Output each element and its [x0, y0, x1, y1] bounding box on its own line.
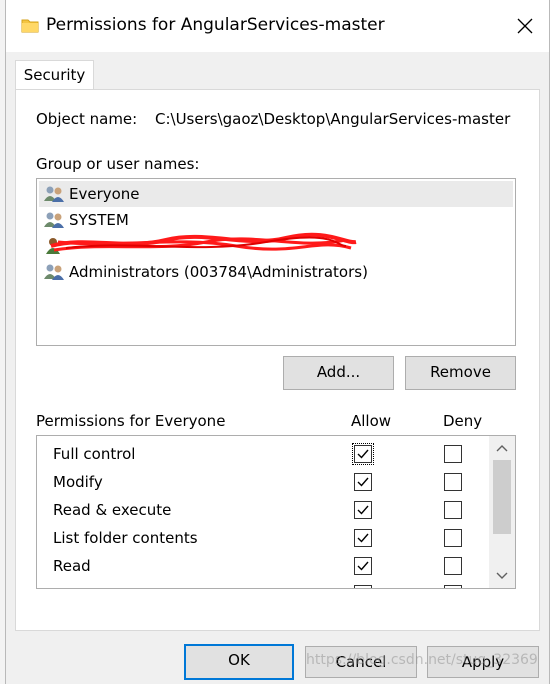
- allow-checkbox[interactable]: [354, 557, 372, 575]
- tab-security[interactable]: Security: [15, 60, 94, 91]
- allow-checkbox[interactable]: [352, 443, 374, 465]
- deny-checkbox[interactable]: [444, 473, 462, 491]
- list-item[interactable]: Administrators (003784\Administrators): [39, 259, 513, 285]
- permissions-dialog: Permissions for AngularServices-master S…: [5, 0, 550, 684]
- list-item[interactable]: Everyone: [39, 181, 513, 207]
- remove-button[interactable]: Remove: [405, 356, 516, 390]
- redaction-scribble: [50, 232, 357, 252]
- watermark-text: https://blog.csdn.net/stuq_32369: [306, 652, 538, 668]
- deny-column-label: Deny: [443, 412, 483, 430]
- permission-name: List folder contents: [53, 529, 198, 547]
- folder-icon: [21, 19, 39, 33]
- permission-row: Read & execute: [37, 496, 487, 524]
- allow-column-label: Allow: [351, 412, 392, 430]
- permissions-header: Permissions for Everyone: [36, 412, 226, 430]
- permission-name: Read: [53, 557, 91, 575]
- list-item-label: Everyone: [69, 185, 140, 203]
- permission-name: Full control: [53, 445, 136, 463]
- list-item-label: Administrators (003784\Administrators): [69, 263, 368, 281]
- scroll-thumb[interactable]: [493, 460, 511, 534]
- object-name-label: Object name:: [36, 110, 138, 128]
- deny-checkbox[interactable]: [444, 501, 462, 519]
- object-name-value: C:\Users\gaoz\Desktop\AngularServices-ma…: [155, 110, 511, 128]
- permission-name: Read & execute: [53, 501, 172, 519]
- check-icon: [357, 533, 369, 543]
- allow-checkbox[interactable]: [354, 473, 372, 491]
- allow-checkbox[interactable]: [354, 501, 372, 519]
- deny-checkbox[interactable]: [444, 557, 462, 575]
- chevron-down-icon[interactable]: [495, 568, 509, 582]
- add-button[interactable]: Add...: [283, 356, 394, 390]
- check-icon: [357, 449, 369, 459]
- close-button[interactable]: [501, 0, 549, 52]
- allow-checkbox[interactable]: [354, 529, 372, 547]
- deny-checkbox[interactable]: [444, 529, 462, 547]
- users-group-icon: [44, 186, 64, 202]
- users-group-icon: [44, 212, 64, 228]
- permission-row: Read: [37, 552, 487, 580]
- check-icon: [357, 477, 369, 487]
- window-title: Permissions for AngularServices-master: [46, 15, 385, 35]
- group-user-names-label: Group or user names:: [36, 155, 200, 173]
- permission-row-partial: [37, 580, 487, 588]
- deny-checkbox[interactable]: [444, 445, 462, 463]
- users-group-icon: [44, 264, 64, 280]
- permission-name: Modify: [53, 473, 103, 491]
- title-bar: Permissions for AngularServices-master: [6, 0, 549, 52]
- permission-row: Modify: [37, 468, 487, 496]
- permission-row: List folder contents: [37, 524, 487, 552]
- allow-checkbox[interactable]: [354, 585, 372, 588]
- permissions-scrollbar[interactable]: [489, 436, 515, 588]
- check-icon: [357, 561, 369, 571]
- group-user-list[interactable]: Everyone SYSTEM Administrators (003784\A…: [36, 178, 516, 346]
- chevron-up-icon[interactable]: [495, 442, 509, 456]
- ok-button[interactable]: OK: [184, 644, 294, 680]
- deny-checkbox[interactable]: [444, 585, 462, 588]
- check-icon: [357, 505, 369, 515]
- close-icon: [517, 18, 533, 34]
- permission-row: Full control: [37, 440, 487, 468]
- permissions-list: Full control Modify Read & execute List …: [36, 435, 516, 589]
